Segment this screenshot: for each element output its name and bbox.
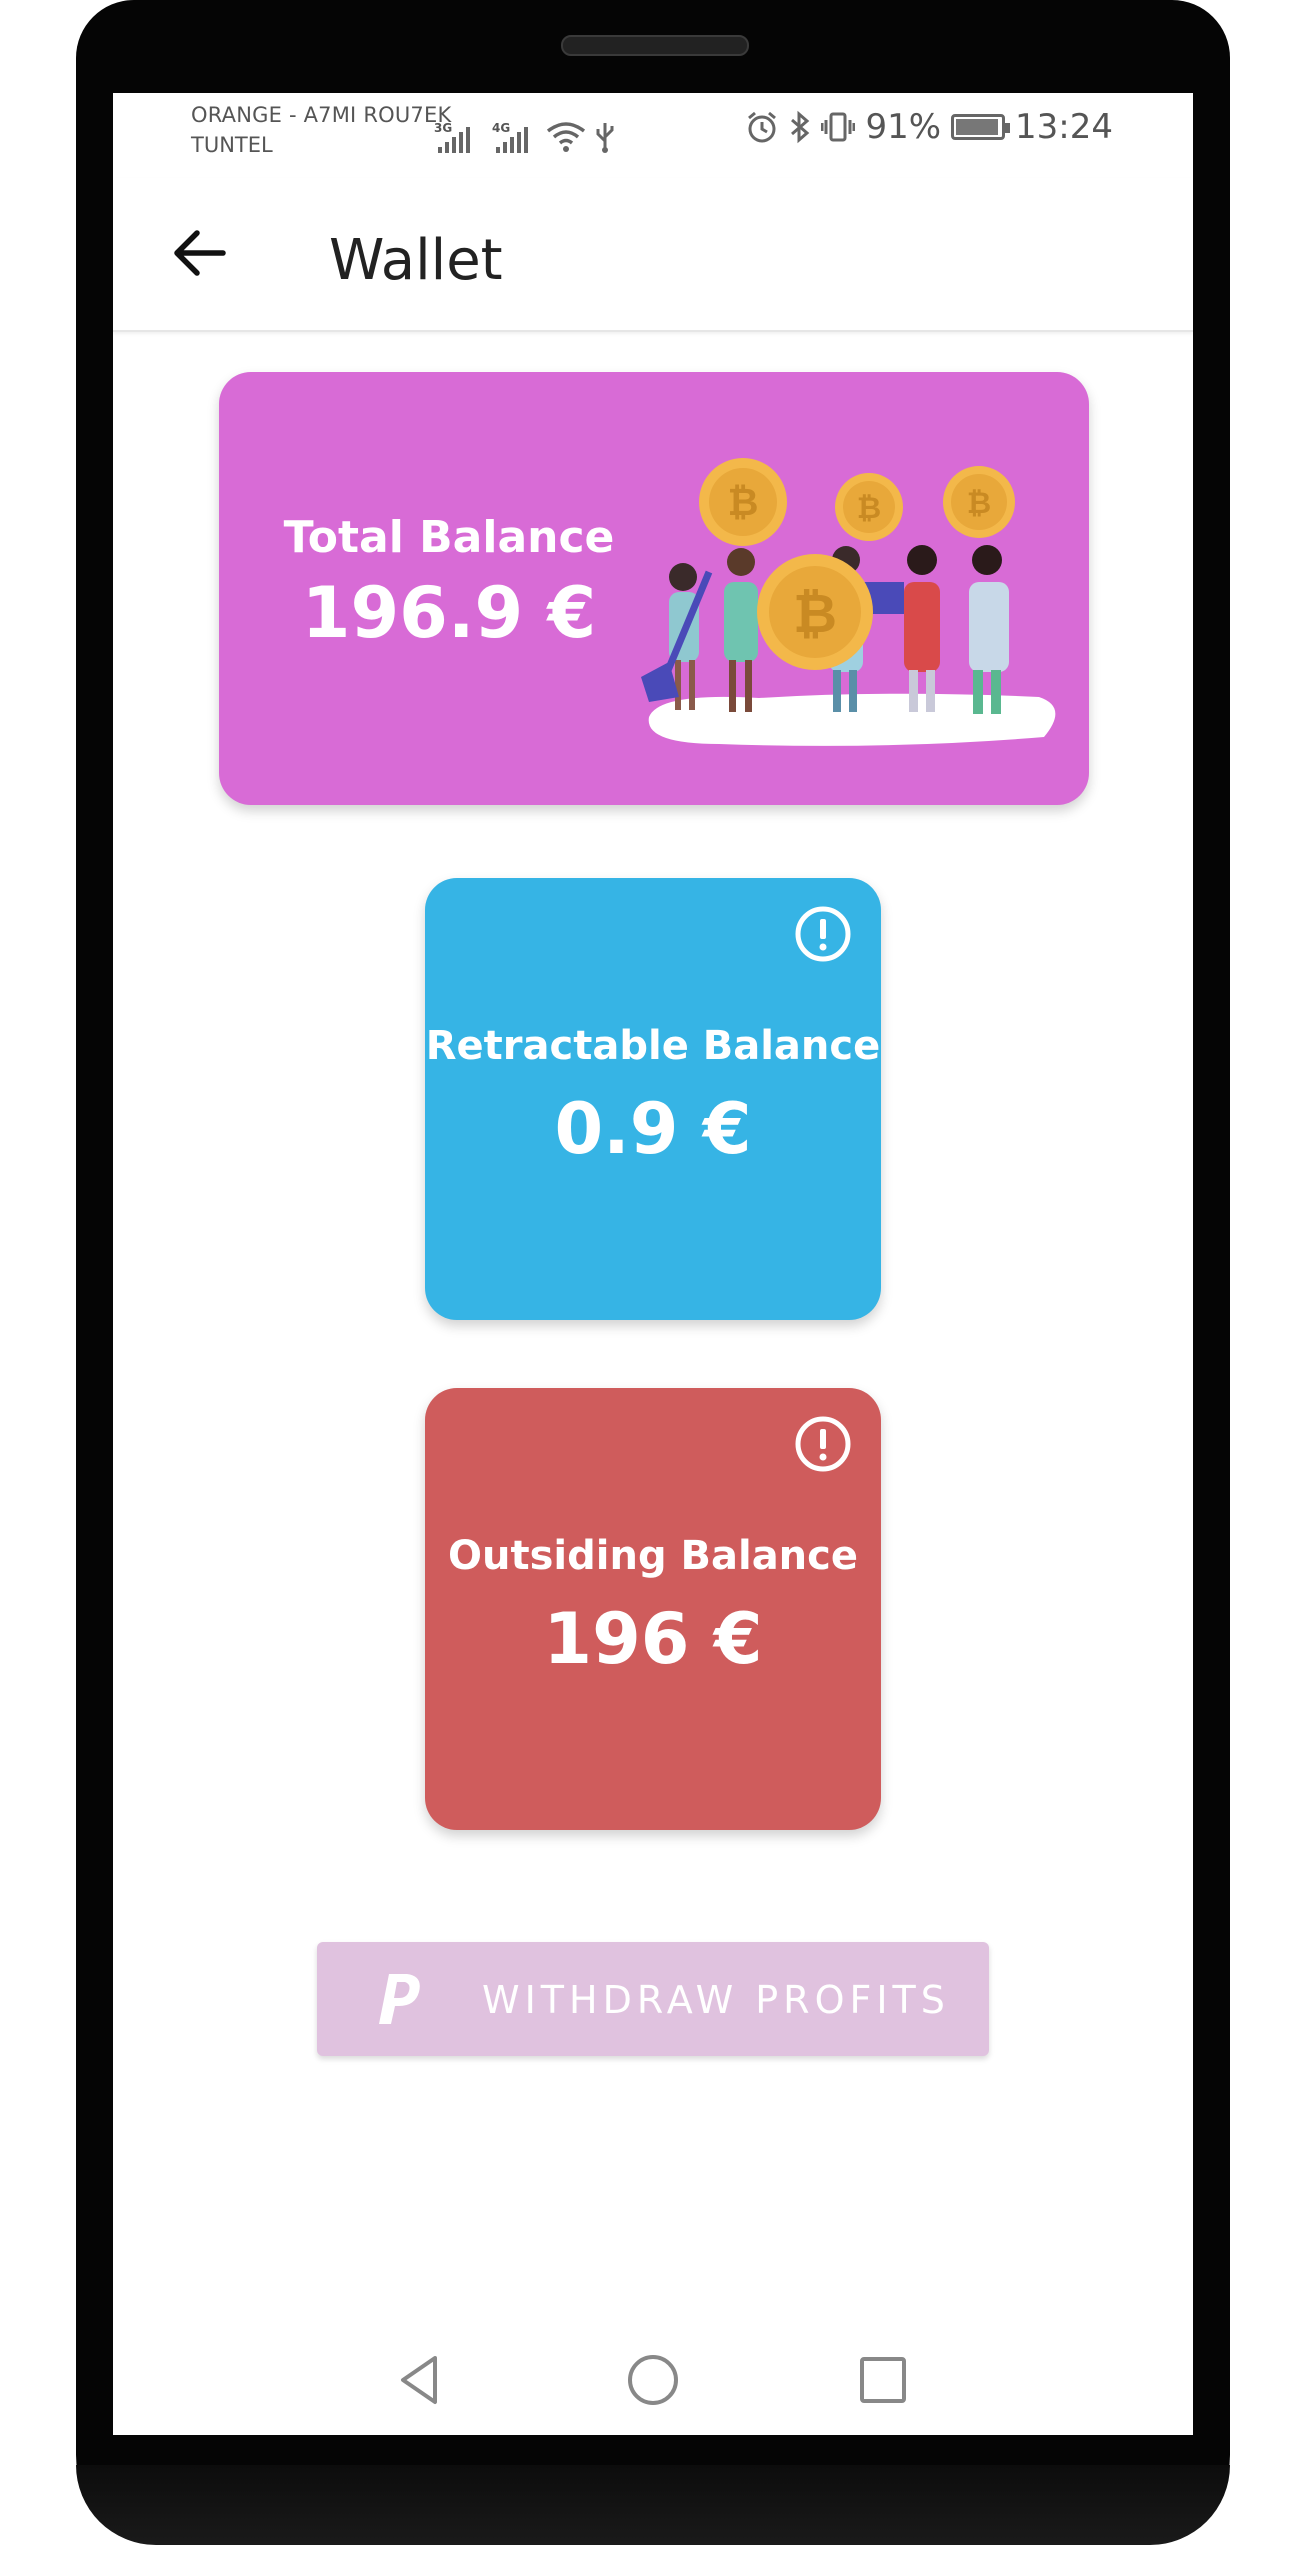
app-bar: Wallet xyxy=(113,178,1193,332)
nav-recents-button[interactable] xyxy=(853,2350,913,2410)
svg-text:₿: ₿ xyxy=(967,486,991,521)
vibrate-icon xyxy=(821,112,856,142)
withdraw-profits-label: WITHDRAW PROFITS xyxy=(482,1978,950,2022)
withdraw-profits-button[interactable]: WITHDRAW PROFITS xyxy=(317,1942,989,2056)
alarm-icon xyxy=(748,111,777,143)
system-nav-bar xyxy=(113,2328,1193,2435)
total-balance-card: Total Balance 196.9 € ₿ ₿ ₿ ₿ xyxy=(219,372,1089,805)
coin-icon: ₿ xyxy=(699,458,787,546)
screen: ORANGE - A7MI ROU7EK TUNTEL 3G 4G 91% 13… xyxy=(113,93,1193,2435)
nav-back-button[interactable] xyxy=(391,2350,451,2410)
phone-chin xyxy=(76,2465,1230,2545)
nav-back-icon xyxy=(401,2356,437,2404)
retractable-balance-label: Retractable Balance xyxy=(425,1023,881,1069)
back-button[interactable] xyxy=(165,218,235,288)
usb-icon xyxy=(596,123,614,153)
outstanding-balance-card: Outsiding Balance 196 € xyxy=(425,1388,881,1830)
network-badge-3g: 3G xyxy=(434,121,453,135)
svg-text:₿: ₿ xyxy=(728,480,759,524)
carrier-name-secondary: TUNTEL xyxy=(191,133,273,157)
svg-text:₿: ₿ xyxy=(793,582,837,645)
retractable-balance-card: Retractable Balance 0.9 € xyxy=(425,878,881,1320)
nav-home-button[interactable] xyxy=(623,2350,683,2410)
bitcoin-people-illustration: ₿ ₿ ₿ ₿ xyxy=(641,458,1056,746)
network-icons: 3G 4G xyxy=(434,113,616,153)
status-right: 91% 13:24 xyxy=(745,107,1113,147)
clock: 13:24 xyxy=(1015,107,1113,147)
wifi-icon xyxy=(546,122,586,152)
total-balance-label: Total Balance xyxy=(283,512,615,563)
network-badge-4g: 4G xyxy=(492,121,511,135)
paypal-icon xyxy=(379,1974,420,2024)
signal-icon: 4G xyxy=(492,121,528,153)
outstanding-balance-label: Outsiding Balance xyxy=(448,1533,858,1579)
nav-home-icon xyxy=(628,2355,678,2405)
page-title: Wallet xyxy=(329,228,503,293)
status-bar: ORANGE - A7MI ROU7EK TUNTEL 3G 4G 91% 13… xyxy=(113,93,1193,178)
svg-text:₿: ₿ xyxy=(857,491,881,526)
signal-icon: 3G xyxy=(434,121,470,153)
carrier-name: ORANGE - A7MI ROU7EK xyxy=(191,103,452,127)
retractable-balance-value: 0.9 € xyxy=(554,1088,752,1170)
battery-icon xyxy=(951,114,1011,140)
total-balance-value: 196.9 € xyxy=(301,572,597,654)
battery-percent: 91% xyxy=(865,107,942,147)
bluetooth-icon xyxy=(791,110,810,144)
phone-speaker xyxy=(561,35,749,56)
info-icon xyxy=(795,1416,851,1472)
arrow-left-icon xyxy=(174,230,226,276)
nav-recents-icon xyxy=(860,2357,906,2403)
retractable-info-button[interactable] xyxy=(793,904,853,964)
outstanding-balance-value: 196 € xyxy=(543,1598,763,1680)
info-icon xyxy=(795,906,851,962)
outstanding-info-button[interactable] xyxy=(793,1414,853,1474)
